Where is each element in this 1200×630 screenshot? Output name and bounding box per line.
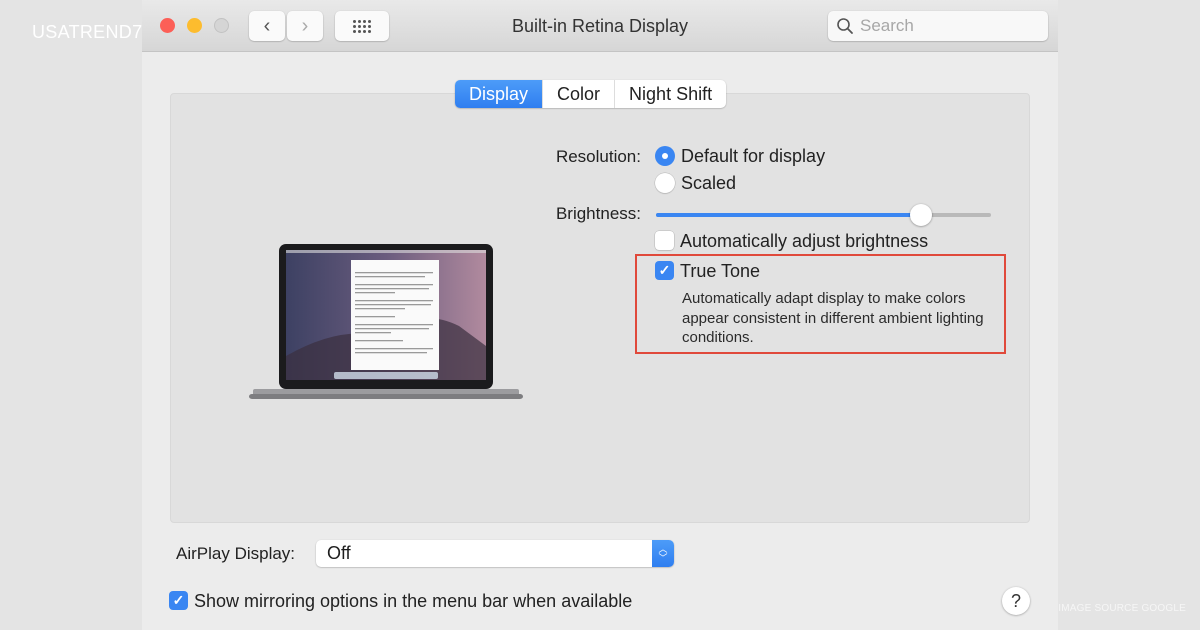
resolution-default-label[interactable]: Default for display: [681, 146, 825, 167]
checkmark-icon: ✓: [658, 262, 671, 278]
true-tone-label[interactable]: True Tone: [680, 261, 760, 282]
display-settings-panel: Resolution: Default for display Scaled B…: [170, 93, 1030, 523]
auto-brightness-checkbox[interactable]: [655, 231, 674, 250]
watermark-text: USATREND7.: [32, 22, 148, 42]
tab-night-shift[interactable]: Night Shift: [615, 80, 726, 108]
brightness-slider-thumb[interactable]: [909, 204, 932, 226]
help-button[interactable]: ?: [1002, 587, 1030, 615]
airplay-label: AirPlay Display:: [176, 544, 296, 563]
true-tone-checkbox[interactable]: ✓: [655, 261, 674, 280]
search-icon: [837, 18, 853, 34]
resolution-scaled-label[interactable]: Scaled: [681, 173, 736, 194]
image-source-caption: IMAGE SOURCE GOOGLE: [1058, 603, 1186, 614]
brightness-slider[interactable]: [656, 204, 991, 226]
airplay-display-select[interactable]: Off ︿ ﹀: [316, 540, 674, 567]
true-tone-description: Automatically adapt display to make colo…: [682, 290, 984, 346]
checkmark-icon: ✓: [172, 592, 185, 608]
tab-bar: Display Color Night Shift: [455, 80, 727, 108]
tab-color[interactable]: Color: [543, 80, 616, 108]
airplay-selected-value: Off: [327, 543, 351, 563]
resolution-scaled-radio[interactable]: [655, 173, 675, 193]
title-bar: ‹ › Built-in Retina Display: [142, 0, 1058, 52]
system-preferences-window: ‹ › Built-in Retina Display Display Colo…: [142, 0, 1058, 630]
question-mark-icon: ?: [1010, 590, 1021, 611]
updown-chevron-icon: ︿ ﹀: [652, 540, 674, 567]
brightness-label: Brightness:: [555, 204, 641, 223]
search-input[interactable]: [860, 16, 1040, 36]
mirroring-label[interactable]: Show mirroring options in the menu bar w…: [194, 591, 632, 612]
search-field[interactable]: [828, 11, 1048, 41]
brightness-slider-fill: [656, 213, 921, 217]
macbook-illustration-icon: [249, 244, 523, 399]
mirroring-checkbox[interactable]: ✓: [169, 591, 188, 610]
tab-display[interactable]: Display: [455, 80, 544, 108]
resolution-label: Resolution:: [555, 147, 641, 166]
auto-brightness-label[interactable]: Automatically adjust brightness: [680, 231, 928, 252]
resolution-default-radio[interactable]: [655, 146, 675, 166]
